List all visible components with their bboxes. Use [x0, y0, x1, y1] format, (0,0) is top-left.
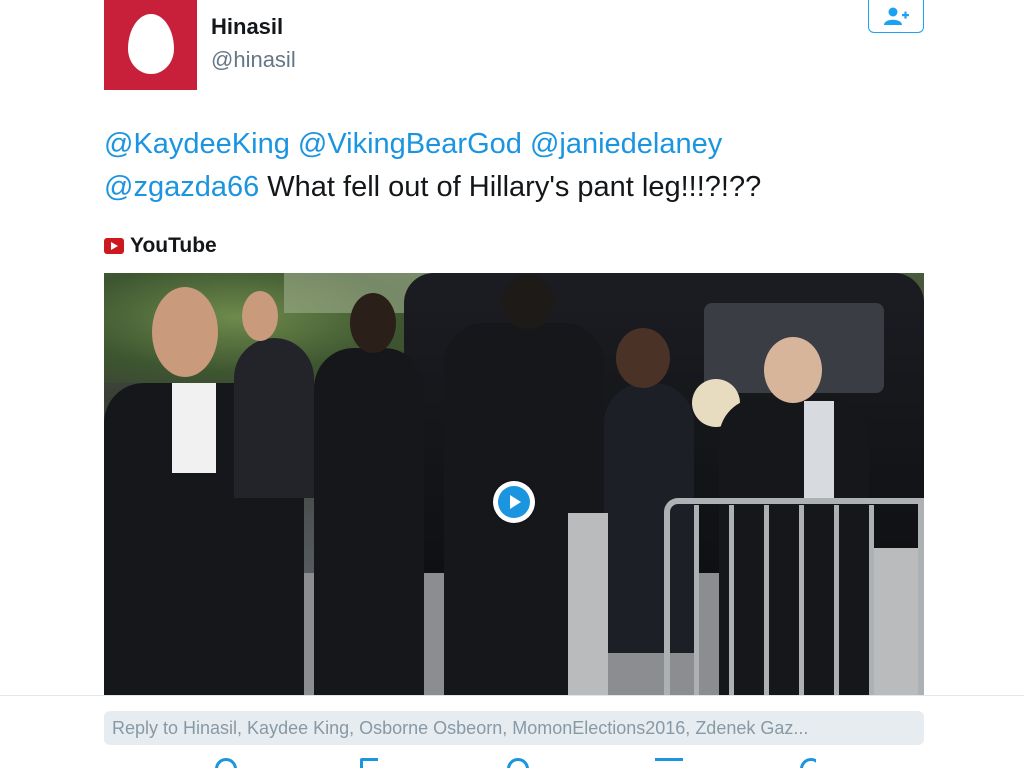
more-icon[interactable]: [800, 758, 816, 768]
tweet: Hinasil @hinasil @KaydeeKing @VikingBear…: [0, 0, 1024, 768]
youtube-icon: [104, 238, 124, 254]
mention-link[interactable]: @janiedelaney: [530, 128, 722, 160]
thumbnail-barrier-bar: [764, 505, 769, 695]
thumbnail-person: [234, 338, 314, 498]
mention-link[interactable]: @zgazda66: [104, 171, 259, 203]
avatar[interactable]: [104, 0, 197, 90]
thumbnail-person-head: [350, 293, 396, 353]
mention-link[interactable]: @KaydeeKing: [104, 128, 290, 160]
author-display-name[interactable]: Hinasil: [211, 14, 283, 40]
like-icon[interactable]: [507, 758, 529, 768]
card-source-label: YouTube: [130, 234, 217, 257]
thumbnail-person-head: [502, 275, 554, 329]
tweet-body: What fell out of Hillary's pant leg!!!?!…: [267, 171, 762, 203]
thumbnail-person: [314, 348, 424, 695]
thumbnail-bollard: [568, 513, 608, 695]
follow-button[interactable]: [868, 0, 924, 33]
thumbnail-person-head: [242, 291, 278, 341]
thumbnail-barrier: [664, 498, 924, 695]
thumbnail-person-head: [152, 287, 218, 377]
thumbnail-barrier-bar: [834, 505, 839, 695]
thumbnail-barrier-bar: [799, 505, 804, 695]
play-icon: [498, 486, 530, 518]
reply-bar: [0, 695, 1024, 768]
thumbnail-person-shirt: [172, 383, 216, 473]
share-icon[interactable]: [655, 758, 683, 768]
reply-input[interactable]: [104, 711, 924, 745]
thumbnail-barrier-bar: [869, 505, 874, 695]
retweet-icon[interactable]: [360, 758, 378, 768]
mention-link[interactable]: @VikingBearGod: [298, 128, 522, 160]
egg-icon: [128, 14, 174, 74]
thumbnail-person-shirt: [804, 401, 834, 501]
thumbnail-person-head: [764, 337, 822, 403]
tweet-text: @KaydeeKing @VikingBearGod @janiedelaney…: [104, 123, 924, 209]
thumbnail-person-head: [616, 328, 670, 388]
author-handle[interactable]: @hinasil: [211, 47, 296, 73]
reply-icon[interactable]: [215, 758, 241, 768]
add-user-icon: [884, 7, 909, 25]
video-thumbnail[interactable]: [104, 273, 924, 695]
play-button[interactable]: [493, 481, 535, 523]
thumbnail-barrier-bar: [729, 505, 734, 695]
card-source[interactable]: YouTube: [104, 234, 217, 258]
action-row: [0, 758, 1024, 768]
thumbnail-barrier-bar: [694, 505, 699, 695]
